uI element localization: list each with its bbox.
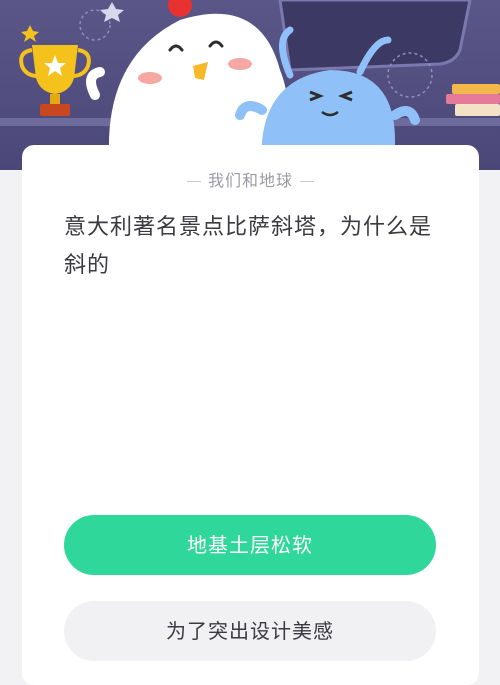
star-icon — [100, 2, 124, 22]
category-header: 我们和地球 — [22, 167, 479, 191]
divider-dash — [186, 181, 201, 182]
star-icon — [21, 25, 39, 42]
category-label: 我们和地球 — [207, 171, 293, 190]
answer-option-b[interactable]: 为了突出设计美感 — [64, 601, 436, 661]
trophy-icon — [19, 45, 91, 116]
window-frame — [278, 0, 472, 72]
question-text: 意大利著名景点比萨斜塔，为什么是斜的 — [64, 215, 433, 278]
question-card: 我们和地球 意大利著名景点比萨斜塔，为什么是斜的 地基土层松软 为了突出设计美感 — [22, 145, 479, 685]
books-icon — [446, 84, 500, 116]
divider-dash — [300, 181, 314, 182]
answer-option-a[interactable]: 地基土层松软 — [64, 515, 436, 575]
